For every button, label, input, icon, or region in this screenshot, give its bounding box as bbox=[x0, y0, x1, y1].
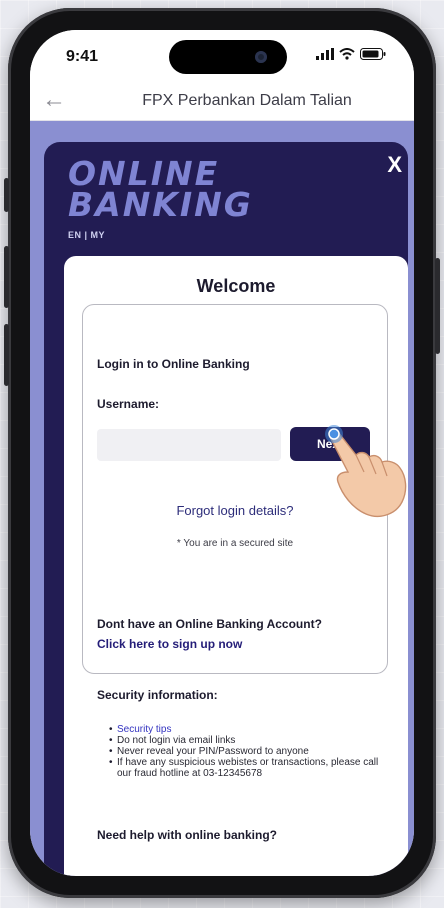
pointing-hand-icon bbox=[325, 425, 407, 518]
brand-line-2: BANKING bbox=[68, 185, 253, 224]
status-icons bbox=[316, 48, 386, 60]
security-tips-link[interactable]: Security tips bbox=[109, 724, 389, 735]
username-input[interactable] bbox=[97, 429, 281, 461]
login-card: Welcome Login in to Online Banking Usern… bbox=[64, 256, 408, 876]
status-bar: 9:41 bbox=[30, 30, 414, 80]
power-button bbox=[435, 258, 440, 354]
wifi-icon bbox=[339, 48, 355, 60]
username-label: Username: bbox=[97, 397, 160, 411]
signal-icon bbox=[316, 48, 334, 60]
volume-up-button bbox=[4, 246, 9, 308]
welcome-heading: Welcome bbox=[196, 276, 276, 296]
close-icon[interactable]: X bbox=[387, 152, 402, 178]
login-heading: Login in to Online Banking bbox=[97, 357, 250, 371]
dynamic-island bbox=[169, 40, 287, 74]
battery-icon bbox=[360, 48, 386, 60]
signup-link[interactable]: Click here to sign up now bbox=[97, 637, 242, 651]
brand-logo: ONLINE BANKING bbox=[68, 157, 253, 224]
secured-site-note: * You are in a secured site bbox=[176, 538, 294, 549]
security-tip-item: Never reveal your PIN/Password to anyone bbox=[109, 746, 389, 757]
security-tip-item: Do not login via email links bbox=[109, 735, 389, 746]
action-button bbox=[4, 178, 9, 212]
security-tips-list: Security tips Do not login via email lin… bbox=[109, 724, 389, 779]
navigation-bar: ← FPX Perbankan Dalam Talian bbox=[30, 80, 414, 121]
need-help-heading: Need help with online banking? bbox=[97, 828, 278, 842]
page-title: FPX Perbankan Dalam Talian bbox=[142, 92, 352, 109]
camera-icon bbox=[255, 51, 267, 63]
security-tip-item: If have any suspicious webistes or trans… bbox=[109, 757, 389, 779]
language-switch[interactable]: EN | MY bbox=[68, 230, 105, 240]
no-account-text: Dont have an Online Banking Account? bbox=[97, 617, 322, 631]
security-info-title: Security information: bbox=[97, 688, 218, 702]
status-time: 9:41 bbox=[66, 48, 99, 65]
volume-down-button bbox=[4, 324, 9, 386]
back-arrow-icon[interactable]: ← bbox=[42, 86, 66, 114]
